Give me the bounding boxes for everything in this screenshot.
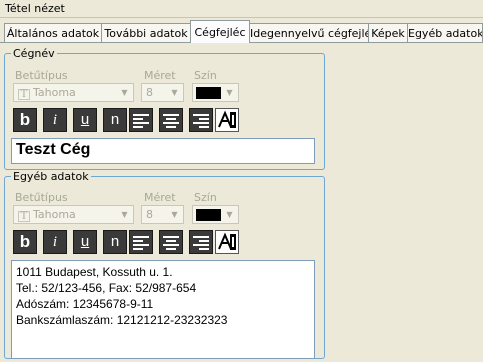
tab-company-header[interactable]: Cégfejléc [190, 20, 250, 43]
align-center-button[interactable] [159, 108, 183, 132]
tab-general[interactable]: Általános adatok [4, 23, 102, 42]
italic-icon: i [52, 234, 58, 250]
normal-button[interactable]: n [103, 230, 127, 254]
normal-button[interactable]: n [103, 108, 127, 132]
align-right-icon [193, 114, 209, 128]
bold-button[interactable]: b [13, 108, 37, 132]
company-name-value: Teszt Cég [16, 141, 91, 158]
align-center-icon [163, 114, 179, 128]
phone-fax-line: Tel.: 52/123-456, Fax: 52/987-654 [16, 281, 197, 295]
text-color-icon [218, 232, 236, 250]
tab-more-data[interactable]: További adatok [101, 23, 191, 42]
bank-account-line: Bankszámlaszám: 12121212-23232323 [16, 313, 228, 327]
color-swatch [196, 209, 221, 221]
size-label: Méret [144, 191, 176, 204]
text-color-button[interactable] [215, 230, 239, 254]
company-name-field[interactable]: Teszt Cég [11, 138, 315, 164]
align-left-button[interactable] [129, 230, 153, 254]
chevron-down-icon[interactable]: ▼ [167, 207, 182, 222]
underline-icon: u [80, 233, 90, 250]
tab-images[interactable]: Képek [368, 23, 408, 42]
align-right-button[interactable] [189, 230, 213, 254]
company-name-legend: Cégnév [13, 47, 55, 60]
align-left-icon [133, 236, 149, 250]
text-color-button[interactable] [215, 108, 239, 132]
size-select-value: 8 [146, 208, 153, 221]
tax-number-line: Adószám: 12345678-9-11 [16, 297, 154, 311]
text-color-icon [218, 110, 236, 128]
color-select[interactable]: ▼ [192, 205, 239, 224]
other-data-group: Egyéb adatok Betűtípus Méret Szín T Tahom… [4, 170, 325, 359]
italic-button[interactable]: i [43, 230, 67, 254]
normal-icon: n [110, 111, 120, 128]
chevron-down-icon[interactable]: ▼ [117, 85, 132, 100]
other-data-textarea[interactable]: 1011 Budapest, Kossuth u. 1. Tel.: 52/12… [11, 260, 315, 359]
align-left-button[interactable] [129, 108, 153, 132]
italic-button[interactable]: i [43, 108, 67, 132]
font-label: Betűtípus [15, 69, 68, 82]
tab-other-data[interactable]: Egyéb adatok [407, 23, 483, 42]
font-select[interactable]: T Tahoma ▼ [13, 83, 134, 102]
tab-foreign-header[interactable]: Idegennyelvű cégfejléc [249, 23, 369, 42]
color-label: Szín [194, 191, 217, 204]
tab-panel-company-header: Cégnév Betűtípus Méret Szín T Tahoma ▼ 8 … [0, 43, 483, 362]
font-type-icon: T [18, 211, 30, 222]
align-left-icon [133, 114, 149, 128]
other-data-legend: Egyéb adatok [13, 170, 89, 183]
window-title: Tétel nézet [0, 0, 483, 18]
size-label: Méret [144, 69, 176, 82]
font-select-value: Tahoma [33, 86, 76, 99]
color-label: Szín [194, 69, 217, 82]
chevron-down-icon[interactable]: ▼ [117, 207, 132, 222]
align-right-icon [193, 236, 209, 250]
font-select[interactable]: T Tahoma ▼ [13, 205, 134, 224]
size-select-value: 8 [146, 86, 153, 99]
normal-icon: n [110, 233, 120, 250]
italic-icon: i [52, 112, 58, 128]
company-name-group: Cégnév Betűtípus Méret Szín T Tahoma ▼ 8 … [4, 47, 325, 170]
align-center-icon [163, 236, 179, 250]
chevron-down-icon[interactable]: ▼ [222, 85, 237, 100]
font-select-value: Tahoma [33, 208, 76, 221]
color-swatch [196, 87, 221, 99]
address-line: 1011 Budapest, Kossuth u. 1. [16, 265, 173, 279]
font-label: Betűtípus [15, 191, 68, 204]
font-type-icon: T [18, 89, 30, 100]
chevron-down-icon[interactable]: ▼ [222, 207, 237, 222]
underline-button[interactable]: u [73, 108, 97, 132]
size-select[interactable]: 8 ▼ [141, 205, 184, 224]
bold-icon: b [19, 232, 31, 251]
tab-strip: Általános adatok További adatok Cégfejlé… [0, 19, 483, 43]
underline-button[interactable]: u [73, 230, 97, 254]
bold-icon: b [19, 110, 31, 129]
chevron-down-icon[interactable]: ▼ [167, 85, 182, 100]
underline-icon: u [80, 111, 90, 128]
color-select[interactable]: ▼ [192, 83, 239, 102]
bold-button[interactable]: b [13, 230, 37, 254]
size-select[interactable]: 8 ▼ [141, 83, 184, 102]
align-center-button[interactable] [159, 230, 183, 254]
align-right-button[interactable] [189, 108, 213, 132]
